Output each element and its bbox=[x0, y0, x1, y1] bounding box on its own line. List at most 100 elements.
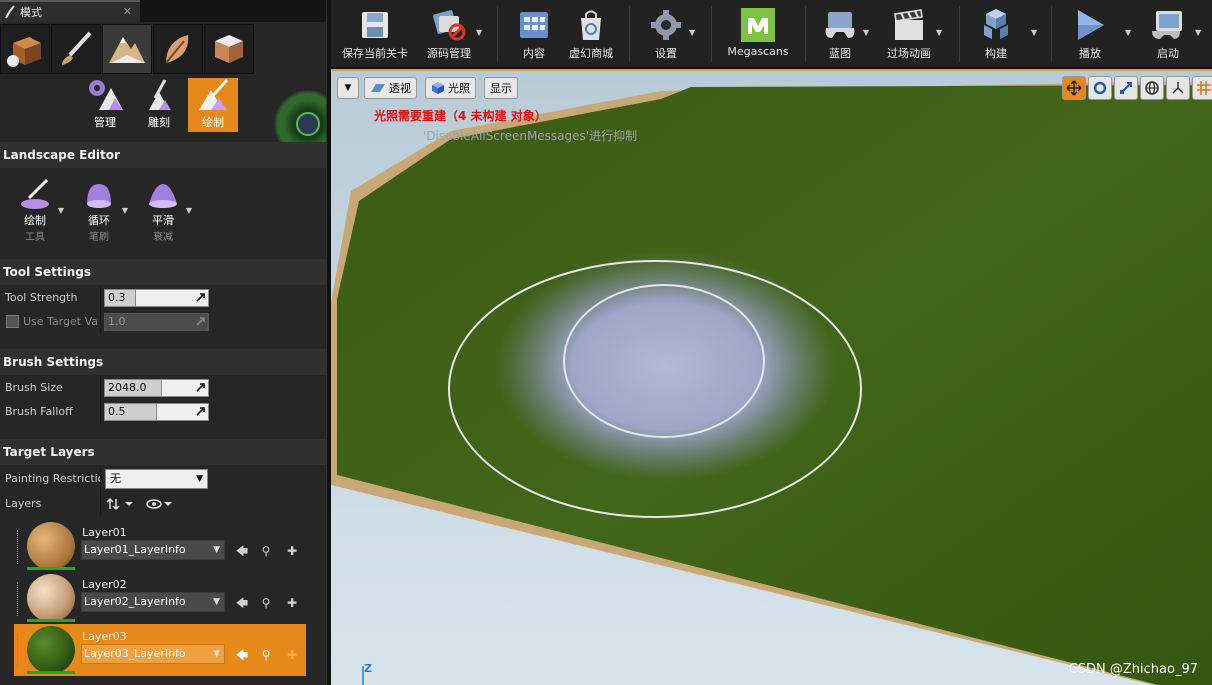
search-icon[interactable]: ⚲ bbox=[258, 543, 274, 559]
brush-falloff-field[interactable]: 0.5 bbox=[104, 403, 209, 421]
show-button[interactable]: 显示 bbox=[484, 77, 518, 99]
landscape-scene[interactable] bbox=[331, 71, 1212, 685]
megascans-label: Megascans bbox=[727, 45, 789, 58]
divider bbox=[100, 492, 101, 516]
paint-tool-button[interactable]: 绘制 工具 ▼ bbox=[10, 178, 64, 243]
layer-row[interactable]: Layer02 Layer02_LayerInfo ▼ 🡄 ⚲ ✚ bbox=[14, 572, 306, 624]
smooth-falloff-label: 平滑 bbox=[152, 214, 174, 227]
translate-tool-button[interactable] bbox=[1062, 76, 1086, 100]
chevron-down-icon[interactable]: ▼ bbox=[863, 28, 869, 37]
paint-tool-icon bbox=[21, 178, 49, 209]
layer-name: Layer01 bbox=[82, 526, 127, 539]
chevron-down-icon[interactable]: ▼ bbox=[1195, 28, 1201, 37]
content-button[interactable]: 内容 bbox=[509, 0, 559, 68]
build-button[interactable]: 构建 bbox=[971, 0, 1021, 68]
content-grid-icon bbox=[520, 12, 548, 38]
manage-submode[interactable]: 管理 bbox=[80, 78, 130, 132]
scale-tool-button[interactable] bbox=[1114, 76, 1138, 100]
world-space-button[interactable] bbox=[1140, 76, 1164, 100]
arrow-left-icon[interactable]: 🡄 bbox=[234, 647, 250, 663]
paint-submode[interactable]: 绘制 bbox=[188, 78, 238, 132]
foliage-mode-button[interactable] bbox=[153, 24, 203, 74]
geometry-mode-button[interactable] bbox=[204, 24, 254, 74]
viewport-options-button[interactable]: ▼ bbox=[337, 77, 359, 99]
toolbar-separator bbox=[629, 6, 630, 62]
search-icon[interactable]: ⚲ bbox=[258, 647, 274, 663]
brush-size-field[interactable]: 2048.0 bbox=[104, 379, 209, 397]
expand-arrow-icon bbox=[196, 383, 205, 392]
close-icon[interactable]: ✕ bbox=[123, 5, 132, 18]
save-level-label: 保存当前关卡 bbox=[342, 47, 408, 60]
gear-icon bbox=[651, 10, 681, 40]
modes-tab[interactable]: 模式 ✕ bbox=[0, 0, 140, 22]
drag-handle-icon[interactable] bbox=[17, 530, 21, 564]
modes-panel: 模式 ✕ 管理 雕刻 绘制 Landscape Editor 绘制 工具 ▼ 循… bbox=[0, 0, 327, 685]
chevron-down-icon[interactable]: ▼ bbox=[936, 28, 942, 37]
layer-name: Layer03 bbox=[82, 630, 127, 643]
build-cubes-icon bbox=[984, 9, 1008, 39]
layer-row[interactable]: Layer01 Layer01_LayerInfo ▼ 🡄 ⚲ ✚ bbox=[14, 520, 306, 572]
use-target-checkbox[interactable] bbox=[6, 315, 19, 328]
arrow-left-icon[interactable]: 🡄 bbox=[234, 595, 250, 611]
paint-mode-button[interactable] bbox=[51, 24, 101, 74]
surface-snap-button[interactable] bbox=[1166, 76, 1190, 100]
layer-info-select[interactable]: Layer01_LayerInfo ▼ bbox=[81, 540, 225, 560]
chevron-down-icon[interactable]: ▼ bbox=[1125, 28, 1131, 37]
landscape-mode-button[interactable] bbox=[102, 24, 152, 74]
source-control-button[interactable]: 源码管理 bbox=[419, 0, 479, 68]
marketplace-button[interactable]: 虚幻商城 bbox=[565, 0, 617, 68]
toolbar-separator bbox=[805, 6, 806, 62]
layer-row-selected[interactable]: Layer03 Layer03_LayerInfo ▼ 🡄 ⚲ ✚ bbox=[14, 624, 306, 676]
layer-weight-bar bbox=[27, 619, 75, 622]
divider bbox=[100, 400, 101, 424]
paint-submode-icon bbox=[199, 79, 229, 110]
settings-button[interactable]: 设置 bbox=[641, 0, 691, 68]
blueprints-button[interactable]: 蓝图 bbox=[815, 0, 865, 68]
eye-icon[interactable] bbox=[146, 497, 174, 511]
painting-restriction-select[interactable]: 无 ▼ bbox=[105, 469, 208, 489]
brush-size-value: 2048.0 bbox=[108, 381, 147, 394]
tool-strength-field[interactable]: 0.3 bbox=[104, 289, 209, 307]
scale-icon bbox=[1120, 82, 1132, 94]
smooth-falloff-button[interactable]: 平滑 衰减 ▼ bbox=[138, 178, 192, 243]
layers-row: Layers bbox=[0, 492, 326, 516]
brush-falloff-value: 0.5 bbox=[108, 405, 126, 418]
sort-icon[interactable] bbox=[106, 497, 136, 511]
place-mode-button[interactable] bbox=[0, 24, 50, 74]
level-viewport[interactable]: ▼ 透视 光照 显示 光照需要重建（4 未构建 对象） 'DisableAllS… bbox=[331, 69, 1212, 685]
rotate-tool-button[interactable] bbox=[1088, 76, 1112, 100]
manage-gear-icon bbox=[89, 80, 123, 110]
launch-button[interactable]: 启动 bbox=[1143, 0, 1193, 68]
chevron-down-icon[interactable]: ▼ bbox=[476, 28, 482, 37]
chevron-down-icon[interactable]: ▼ bbox=[122, 206, 128, 215]
chevron-down-icon[interactable]: ▼ bbox=[1031, 28, 1037, 37]
drag-handle-icon[interactable] bbox=[17, 582, 21, 616]
chevron-down-icon[interactable]: ▼ bbox=[58, 206, 64, 215]
play-button[interactable]: 播放 bbox=[1065, 0, 1115, 68]
play-label: 播放 bbox=[1079, 47, 1101, 60]
megascans-button[interactable]: Megascans bbox=[723, 0, 793, 68]
layer-info-select[interactable]: Layer02_LayerInfo ▼ bbox=[81, 592, 225, 612]
mode-selector bbox=[0, 24, 254, 76]
arrow-left-icon[interactable]: 🡄 bbox=[234, 543, 250, 559]
chevron-down-icon[interactable]: ▼ bbox=[186, 206, 192, 215]
add-icon[interactable]: ✚ bbox=[284, 647, 300, 663]
circle-brush-button[interactable]: 循环 笔刷 ▼ bbox=[74, 178, 128, 243]
cinematics-button[interactable]: 过场动画 bbox=[881, 0, 937, 68]
grid-snap-button[interactable] bbox=[1192, 76, 1212, 100]
settings-label: 设置 bbox=[655, 47, 677, 60]
perspective-button[interactable]: 透视 bbox=[364, 77, 417, 99]
add-icon[interactable]: ✚ bbox=[284, 595, 300, 611]
sculpt-submode[interactable]: 雕刻 bbox=[134, 78, 184, 132]
chevron-down-icon: ▼ bbox=[196, 474, 203, 484]
chevron-down-icon[interactable]: ▼ bbox=[689, 28, 695, 37]
cinematics-label: 过场动画 bbox=[887, 47, 931, 60]
save-level-button[interactable]: 保存当前关卡 bbox=[335, 0, 415, 68]
chevron-down-icon: ▼ bbox=[344, 83, 352, 93]
drag-handle-icon[interactable] bbox=[17, 634, 21, 668]
add-icon[interactable]: ✚ bbox=[284, 543, 300, 559]
layer-info-select[interactable]: Layer03_LayerInfo ▼ bbox=[81, 644, 225, 664]
lit-cube-icon bbox=[432, 82, 444, 94]
search-icon[interactable]: ⚲ bbox=[258, 595, 274, 611]
lit-button[interactable]: 光照 bbox=[425, 77, 476, 99]
